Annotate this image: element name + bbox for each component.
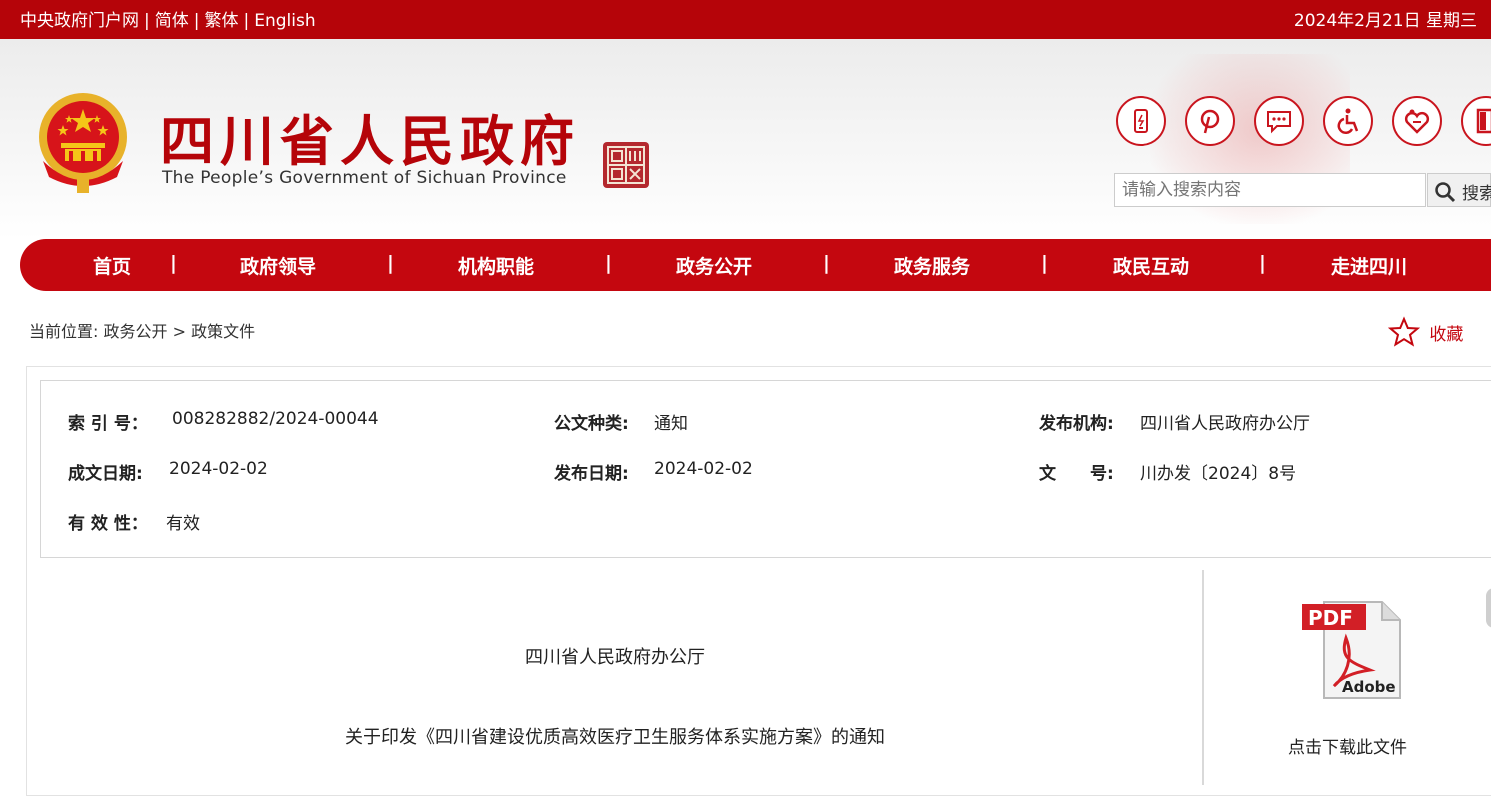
validity-value: 有效 (166, 514, 200, 534)
nav-separator: | (1259, 252, 1266, 274)
main-nav: 首页 | 政府领导 | 机构职能 | 政务公开 | 政务服务 | 政民互动 | … (20, 239, 1491, 291)
download-link[interactable]: 点击下载此文件 (1288, 733, 1407, 758)
message-icon[interactable] (1254, 96, 1304, 146)
link-english[interactable]: English (254, 11, 315, 31)
publisher-value: 四川省人民政府办公厅 (1140, 414, 1310, 434)
document-issuer: 四川省人民政府办公厅 (525, 647, 705, 668)
breadcrumb: 当前位置: 政务公开 > 政策文件 (29, 318, 255, 342)
nav-services[interactable]: 政务服务 (894, 252, 970, 279)
pinterest-icon[interactable] (1185, 96, 1235, 146)
nav-home[interactable]: 首页 (93, 252, 131, 279)
separator: | (243, 11, 250, 31)
document-title: 关于印发《四川省建设优质高效医疗卫生服务体系实施方案》的通知 (345, 727, 885, 748)
mobile-icon[interactable] (1116, 96, 1166, 146)
search-icon (1435, 182, 1456, 203)
validity-label: 有 效 性： (68, 514, 148, 534)
care-icon[interactable] (1392, 96, 1442, 146)
link-simplified[interactable]: 简体 (155, 11, 189, 31)
nav-leaders[interactable]: 政府领导 (240, 252, 316, 279)
nav-separator: | (1041, 252, 1048, 274)
favorite-label: 收藏 (1429, 324, 1464, 345)
written-date-value: 2024-02-02 (169, 459, 268, 479)
search-input[interactable] (1114, 173, 1426, 207)
separator: | (144, 11, 150, 31)
top-bar: 中央政府门户网 | 简体 | 繁体 | English 2024年2月21日 星期三 (0, 0, 1491, 39)
top-links: 中央政府门户网 | 简体 | 繁体 | English (20, 6, 316, 31)
link-central-gov[interactable]: 中央政府门户网 (20, 11, 139, 31)
breadcrumb-arrow: > (172, 322, 187, 341)
nav-about-sichuan[interactable]: 走进四川 (1331, 252, 1407, 279)
exit-icon[interactable] (1461, 96, 1491, 146)
index-value: 008282882/2024-00044 (172, 409, 379, 429)
star-icon (1387, 316, 1421, 347)
pdf-brand-text: Adobe (1342, 678, 1396, 696)
search-button-label: 搜索 (1462, 184, 1491, 204)
nav-separator: | (387, 252, 394, 274)
nav-separator: | (605, 252, 612, 274)
publisher-label: 发布机构: (1039, 414, 1114, 434)
publish-date-value: 2024-02-02 (654, 459, 753, 479)
doc-number-label: 文 号: (1039, 464, 1114, 484)
site-header: 四川省人民政府 The People’s Government of Sichu… (0, 39, 1491, 239)
doc-type-value: 通知 (654, 414, 688, 434)
nav-gov-affairs[interactable]: 政务公开 (676, 252, 752, 279)
doc-type-label: 公文种类: (554, 414, 629, 434)
link-traditional[interactable]: 繁体 (204, 11, 238, 31)
index-label: 索 引 号： (68, 414, 148, 434)
side-scroll-handle[interactable] (1486, 588, 1491, 628)
document-meta: 索 引 号： 008282882/2024-00044 公文种类: 通知 发布机… (40, 380, 1491, 558)
breadcrumb-prefix: 当前位置: (29, 322, 99, 341)
favorite-button[interactable]: 收藏 (1387, 316, 1464, 348)
china-sichuan-seal-icon (603, 142, 649, 188)
separator: | (193, 11, 200, 31)
publish-date-label: 发布日期: (554, 464, 629, 484)
site-title: 四川省人民政府 (160, 110, 580, 173)
nav-interaction[interactable]: 政民互动 (1113, 252, 1189, 279)
breadcrumb-policy-docs[interactable]: 政策文件 (191, 322, 255, 341)
nav-institutions[interactable]: 机构职能 (458, 252, 534, 279)
doc-number-value: 川办发〔2024〕8号 (1140, 464, 1297, 484)
accessibility-icon[interactable] (1323, 96, 1373, 146)
breadcrumb-gov-affairs[interactable]: 政务公开 (104, 322, 168, 341)
pdf-download-icon[interactable]: PDF Adobe (1300, 598, 1404, 702)
written-date-label: 成文日期: (68, 464, 143, 484)
nav-separator: | (170, 252, 177, 274)
pdf-badge-text: PDF (1308, 606, 1353, 630)
site-subtitle: The People’s Government of Sichuan Provi… (162, 168, 567, 188)
column-divider (1202, 570, 1204, 785)
nav-separator: | (823, 252, 830, 274)
current-date: 2024年2月21日 星期三 (1293, 11, 1477, 31)
national-emblem-icon[interactable] (33, 91, 133, 195)
search-button[interactable]: 搜索 (1427, 173, 1491, 207)
